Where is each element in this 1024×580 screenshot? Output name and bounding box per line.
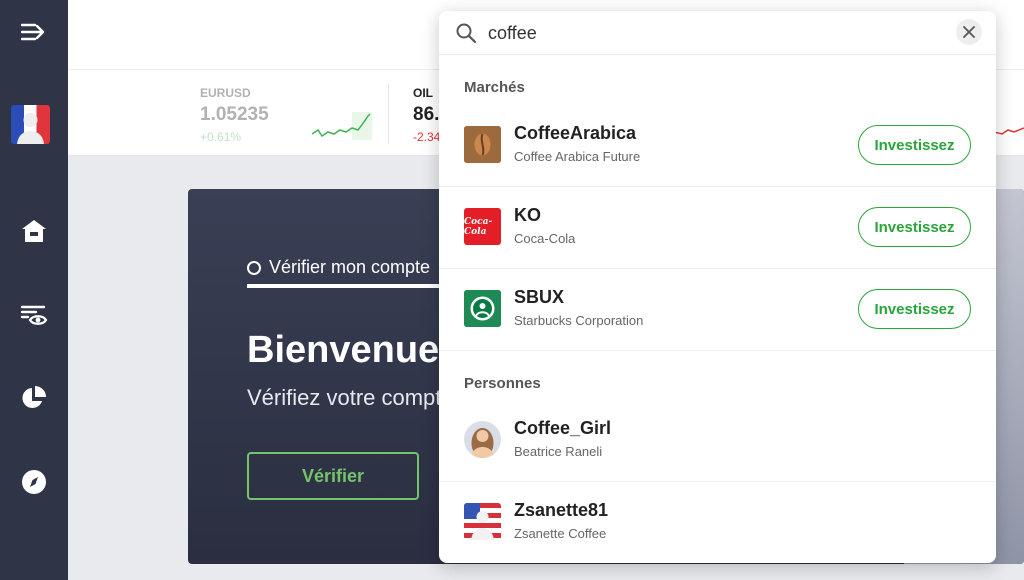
search-icon bbox=[456, 23, 477, 44]
starbucks-logo bbox=[464, 290, 501, 327]
ticker-change: +0.61% bbox=[200, 130, 242, 144]
clear-search-button[interactable] bbox=[956, 19, 982, 45]
portfolio-button[interactable] bbox=[0, 374, 68, 422]
market-name: Coca-Cola bbox=[514, 231, 576, 246]
sidebar bbox=[0, 0, 68, 580]
market-name: Coffee Arabica Future bbox=[514, 149, 641, 164]
close-icon bbox=[963, 26, 975, 38]
invest-button[interactable]: Investissez bbox=[858, 289, 971, 329]
user-avatar[interactable] bbox=[11, 105, 50, 144]
invest-button[interactable]: Investissez bbox=[858, 207, 971, 247]
user-photo-avatar bbox=[464, 421, 501, 458]
progress-bar bbox=[247, 284, 447, 288]
invest-button[interactable]: Investissez bbox=[858, 125, 971, 165]
verify-step[interactable]: Vérifier mon compte bbox=[247, 257, 430, 278]
welcome-subtitle: Vérifiez votre compte bbox=[247, 385, 454, 410]
market-row-sbux[interactable]: SBUX Starbucks Corporation Investissez bbox=[439, 269, 996, 351]
market-symbol: SBUX bbox=[514, 287, 565, 307]
home-button[interactable] bbox=[0, 207, 68, 255]
search-dropdown: Marchés CoffeeArabica Coffee Arabica Fut… bbox=[439, 11, 996, 563]
people-section-title: Personnes bbox=[464, 375, 541, 392]
pie-chart-icon bbox=[22, 386, 46, 408]
watchlist-eye-icon bbox=[20, 305, 48, 325]
discover-button[interactable] bbox=[0, 458, 68, 506]
markets-section-title: Marchés bbox=[464, 79, 525, 96]
person-row-zsanette81[interactable]: Zsanette81 Zsanette Coffee bbox=[439, 482, 996, 563]
ticker-divider bbox=[388, 84, 389, 144]
person-name: Zsanette Coffee bbox=[514, 526, 607, 541]
user-silhouette-icon bbox=[17, 113, 44, 144]
expand-arrow-icon bbox=[21, 23, 45, 41]
person-name: Beatrice Raneli bbox=[514, 444, 603, 459]
expand-menu-button[interactable] bbox=[0, 8, 68, 56]
market-symbol: CoffeeArabica bbox=[514, 123, 637, 143]
ticker-price: 1.05235 bbox=[200, 104, 269, 125]
watchlist-button[interactable] bbox=[0, 292, 68, 340]
market-row-coffeearabica[interactable]: CoffeeArabica Coffee Arabica Future Inve… bbox=[439, 105, 996, 187]
market-name: Starbucks Corporation bbox=[514, 313, 644, 328]
ticker-name: OIL bbox=[413, 86, 433, 100]
verify-step-label: Vérifier mon compte bbox=[269, 257, 431, 277]
ticker-name: EURUSD bbox=[200, 86, 251, 100]
coffee-bean-icon bbox=[464, 126, 501, 163]
ticker-sparkline-right bbox=[994, 127, 1024, 135]
verify-button[interactable]: Vérifier bbox=[247, 452, 419, 500]
market-symbol: KO bbox=[514, 205, 541, 225]
search-input[interactable] bbox=[488, 19, 908, 47]
search-bar bbox=[439, 11, 996, 55]
ticker-sparkline bbox=[312, 112, 372, 140]
ticker-price: 86. bbox=[413, 104, 440, 125]
person-username: Coffee_Girl bbox=[514, 418, 612, 438]
ticker-oil[interactable]: OIL 86. -2.34 bbox=[413, 86, 440, 144]
ticker-eurusd[interactable]: EURUSD 1.05235 +0.61% bbox=[200, 86, 269, 144]
coca-cola-logo-text: Coca-Cola bbox=[464, 216, 493, 237]
compass-icon bbox=[22, 470, 46, 494]
ticker-change: -2.34 bbox=[413, 130, 441, 144]
radio-circle-icon bbox=[247, 260, 261, 275]
flag-avatar bbox=[464, 503, 501, 540]
coca-cola-logo: Coca-Cola bbox=[464, 208, 501, 245]
person-row-coffee-girl[interactable]: Coffee_Girl Beatrice Raneli bbox=[439, 400, 996, 482]
welcome-title: Bienvenue bbox=[247, 329, 440, 371]
home-icon bbox=[22, 220, 46, 242]
person-username: Zsanette81 bbox=[514, 500, 609, 520]
market-row-ko[interactable]: Coca-Cola KO Coca-Cola Investissez bbox=[439, 187, 996, 269]
